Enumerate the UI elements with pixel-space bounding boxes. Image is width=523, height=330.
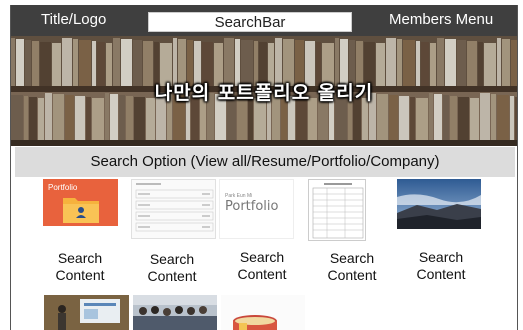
- portfolio-cover-title: Portfolio: [225, 199, 279, 214]
- result-caption-line2: Content: [416, 266, 466, 282]
- folder-icon: [63, 198, 99, 223]
- result-caption-line1: Search: [239, 249, 285, 265]
- result-thumbnail-4[interactable]: [308, 179, 366, 241]
- result-caption-line1: Search: [149, 251, 195, 267]
- result-caption-4[interactable]: Search Content: [317, 250, 387, 284]
- result-caption-line1: Search: [329, 250, 375, 266]
- top-navigation-bar: Title/Logo SearchBar Members Menu: [11, 5, 517, 36]
- members-menu[interactable]: Members Menu: [389, 11, 493, 28]
- result-thumbnail-6[interactable]: [44, 295, 129, 330]
- search-input[interactable]: SearchBar: [148, 12, 352, 32]
- product-photo: [221, 295, 305, 330]
- result-caption-line1: Search: [57, 250, 103, 266]
- search-option-filter[interactable]: Search Option (View all/Resume/Portfolio…: [15, 147, 515, 177]
- title-logo[interactable]: Title/Logo: [41, 11, 106, 28]
- result-caption-1[interactable]: Search Content: [45, 250, 115, 284]
- hero-banner: 나만의 포트폴리오 올리기: [11, 36, 517, 146]
- page-frame: Title/Logo SearchBar Members Menu 나만의 포트…: [10, 5, 518, 330]
- result-caption-line2: Content: [237, 266, 287, 282]
- result-thumbnail-2[interactable]: [131, 179, 216, 239]
- result-thumbnail-7[interactable]: [133, 295, 217, 330]
- result-caption-line2: Content: [147, 268, 197, 284]
- result-caption-line2: Content: [55, 267, 105, 283]
- result-thumbnail-1[interactable]: Portfolio: [43, 179, 118, 226]
- result-caption-line1: Search: [418, 249, 464, 265]
- banner-title: 나만의 포트폴리오 올리기: [154, 82, 374, 104]
- table-document-preview: [135, 183, 214, 232]
- group-photo: [133, 295, 217, 330]
- presentation-photo: [44, 295, 129, 330]
- result-thumbnail-5[interactable]: [397, 179, 481, 229]
- result-caption-line2: Content: [327, 267, 377, 283]
- form-document-preview: [312, 183, 364, 239]
- result-caption-2[interactable]: Search Content: [137, 251, 207, 285]
- landscape-photo: [397, 179, 481, 229]
- result-thumbnail-8[interactable]: [221, 295, 305, 330]
- result-caption-3[interactable]: Search Content: [227, 249, 297, 283]
- result-thumbnail-3[interactable]: Park Eun Mi Portfolio: [219, 179, 294, 239]
- result-caption-5[interactable]: Search Content: [406, 249, 476, 283]
